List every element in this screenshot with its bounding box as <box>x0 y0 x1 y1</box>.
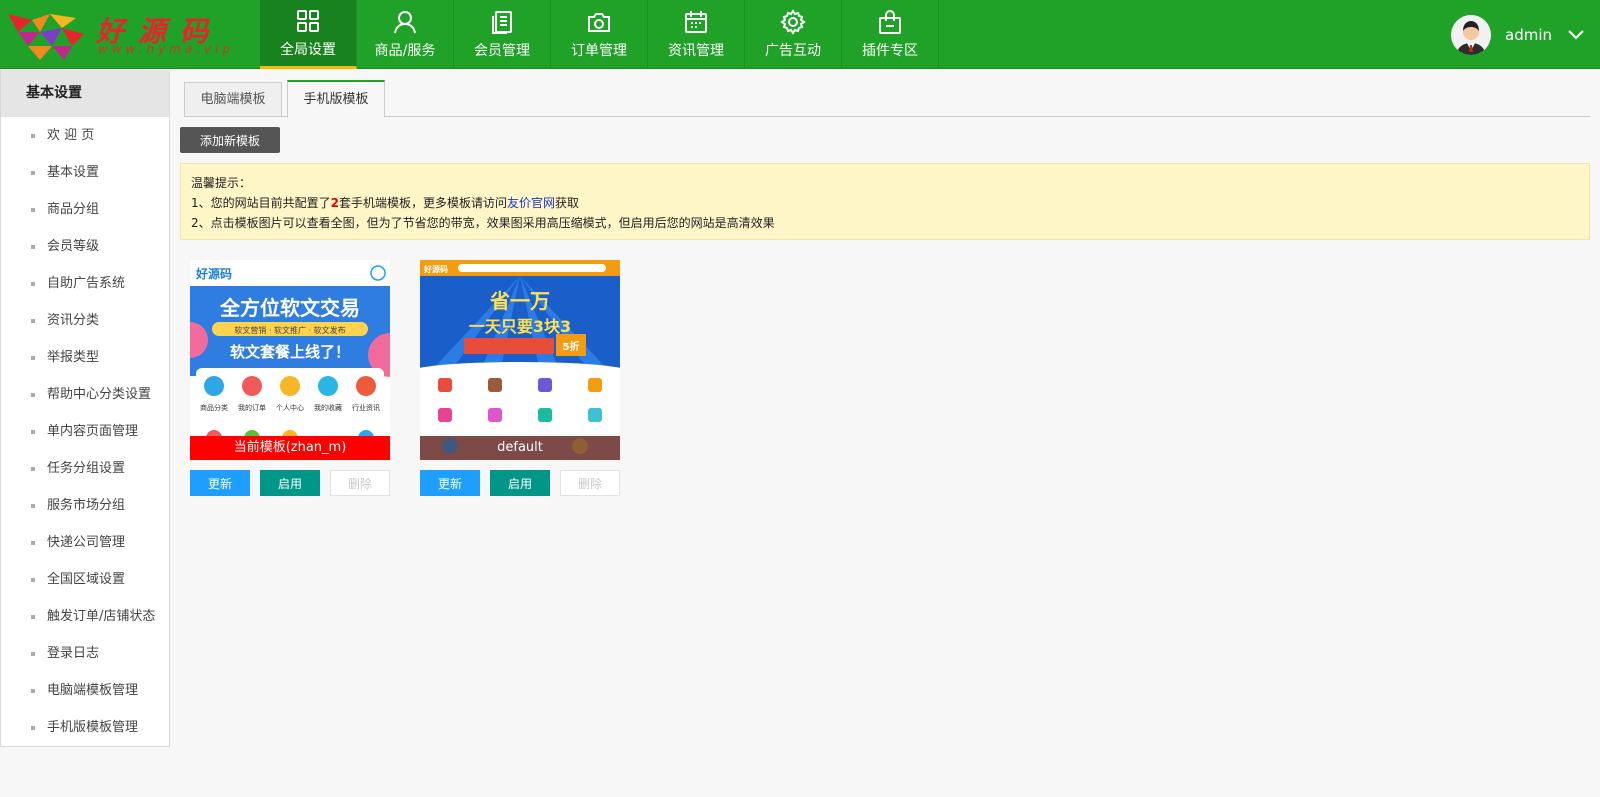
brand-url: www.hyma.vip <box>98 42 235 56</box>
svg-text:好源码: 好源码 <box>195 266 232 281</box>
tip-text: 套手机端模板，更多模板请访问 <box>339 196 508 210</box>
sidebar-item[interactable]: 任务分组设置 <box>1 450 169 487</box>
bag-icon <box>879 10 901 34</box>
template-card: 好源码 省一万 一天只要3块3 5折 default 更新 启用 删除 <box>420 260 620 496</box>
update-button[interactable]: 更新 <box>420 470 480 496</box>
sidebar-item[interactable]: 触发订单/店铺状态 <box>1 598 169 635</box>
sidebar-item[interactable]: 基本设置 <box>1 154 169 191</box>
nav-members[interactable]: 会员管理 <box>454 0 551 69</box>
tab-pc-templates[interactable]: 电脑端模板 <box>184 82 282 117</box>
nav-global-settings[interactable]: 全局设置 <box>260 0 357 69</box>
tip-text: 1、您的网站目前共配置了 <box>191 196 331 210</box>
top-bar: 好源码 www.hyma.vip 全局设置 商品/服务 会员管理 订单管理 资讯… <box>0 0 1600 69</box>
user-name: admin <box>1505 26 1552 44</box>
banner-slogan: 软文套餐上线了！ <box>230 343 350 361</box>
sidebar-item[interactable]: 全国区域设置 <box>1 561 169 598</box>
enable-button[interactable]: 启用 <box>490 470 550 496</box>
nav-label: 插件专区 <box>862 43 918 59</box>
user-icon <box>394 11 416 34</box>
shortcut-label: 我的订单 <box>238 403 266 412</box>
sidebar-item[interactable]: 电脑端模板管理 <box>1 672 169 709</box>
shortcut-label: 行业资讯 <box>352 403 380 412</box>
nav-label: 全局设置 <box>280 41 336 58</box>
sidebar-title: 基本设置 <box>1 70 169 117</box>
nav-plugins[interactable]: 插件专区 <box>842 0 939 69</box>
template-preview-image: 好源码 省一万 一天只要3块3 5折 <box>420 260 620 460</box>
sidebar-item[interactable]: 商品分组 <box>1 191 169 228</box>
template-card: 好源码 全方位软文交易 软文营销 · 软文推广 · 软文发布 软文套餐上线了！ … <box>190 260 390 496</box>
nav-label: 商品/服务 <box>374 43 436 59</box>
gear-icon <box>780 9 806 35</box>
sidebar-item[interactable]: 服务市场分组 <box>1 487 169 524</box>
tip-title: 温馨提示： <box>191 176 252 190</box>
nav-label: 广告互动 <box>765 43 821 59</box>
shortcut-label: 个人中心 <box>276 403 304 412</box>
document-icon <box>492 11 512 34</box>
avatar <box>1451 15 1491 55</box>
template-count: 2 <box>330 196 339 210</box>
shortcut-label: 商品分类 <box>200 403 228 412</box>
sidebar-item[interactable]: 单内容页面管理 <box>1 413 169 450</box>
delete-button[interactable]: 删除 <box>330 470 390 496</box>
sidebar-item[interactable]: 自助广告系统 <box>1 265 169 302</box>
camera-icon <box>588 13 610 32</box>
nav-news[interactable]: 资讯管理 <box>648 0 745 69</box>
sidebar-item[interactable]: 帮助中心分类设置 <box>1 376 169 413</box>
sidebar: 基本设置 欢 迎 页 基本设置 商品分组 会员等级 自助广告系统 资讯分类 举报… <box>0 70 170 747</box>
update-button[interactable]: 更新 <box>190 470 250 496</box>
sidebar-item[interactable]: 登录日志 <box>1 635 169 672</box>
template-tabs: 电脑端模板 手机版模板 <box>184 80 1590 118</box>
enable-button[interactable]: 启用 <box>260 470 320 496</box>
nav-label: 会员管理 <box>474 43 530 59</box>
tab-mobile-templates[interactable]: 手机版模板 <box>287 80 385 118</box>
shortcut-label: 我的收藏 <box>314 403 342 412</box>
add-template-button[interactable]: 添加新模板 <box>180 127 280 153</box>
tip-text: 获取 <box>555 196 580 210</box>
template-thumbnail[interactable]: 好源码 省一万 一天只要3块3 5折 default <box>420 260 620 460</box>
sidebar-item[interactable]: 快递公司管理 <box>1 524 169 561</box>
template-actions: 更新 启用 删除 <box>420 470 620 496</box>
official-site-link[interactable]: 友价官网 <box>507 196 555 210</box>
template-name-label: default <box>420 436 620 460</box>
nav-label: 资讯管理 <box>668 43 724 59</box>
nav-orders[interactable]: 订单管理 <box>551 0 648 69</box>
banner-subtitle: 软文营销 · 软文推广 · 软文发布 <box>234 325 345 335</box>
svg-text:好源码: 好源码 <box>423 264 448 274</box>
sidebar-item[interactable]: 手机版模板管理 <box>1 709 169 746</box>
calendar-icon <box>685 11 707 33</box>
main-nav: 全局设置 商品/服务 会员管理 订单管理 资讯管理 广告互动 插件专区 <box>260 0 939 69</box>
sidebar-item[interactable]: 欢 迎 页 <box>1 117 169 154</box>
logo[interactable]: 好源码 www.hyma.vip <box>0 0 260 69</box>
logo-mark-icon <box>8 14 84 60</box>
tip-line-2: 2、点击模板图片可以查看全图，但为了节省您的带宽，效果图采用高压缩模式，但启用后… <box>191 216 775 230</box>
banner-discount: 5折 <box>563 340 580 353</box>
nav-ads[interactable]: 广告互动 <box>745 0 842 69</box>
sidebar-item[interactable]: 资讯分类 <box>1 302 169 339</box>
current-template-label: 当前模板(zhan_m) <box>190 436 390 460</box>
template-thumbnail[interactable]: 好源码 全方位软文交易 软文营销 · 软文推广 · 软文发布 软文套餐上线了！ … <box>190 260 390 460</box>
delete-button[interactable]: 删除 <box>560 470 620 496</box>
nav-label: 订单管理 <box>571 43 627 59</box>
chevron-down-icon <box>1568 30 1584 40</box>
banner-subtitle: 一天只要3块3 <box>469 317 571 336</box>
user-menu[interactable]: admin <box>1451 14 1584 56</box>
template-actions: 更新 启用 删除 <box>190 470 390 496</box>
sidebar-item[interactable]: 会员等级 <box>1 228 169 265</box>
sidebar-item[interactable]: 举报类型 <box>1 339 169 376</box>
banner-title: 省一万 <box>489 289 550 313</box>
tip-box: 温馨提示： 1、您的网站目前共配置了2套手机端模板，更多模板请访问友价官网获取 … <box>180 163 1590 240</box>
tip-line-1: 1、您的网站目前共配置了2套手机端模板，更多模板请访问友价官网获取 <box>191 193 1579 213</box>
banner-title: 全方位软文交易 <box>219 296 360 320</box>
nav-products[interactable]: 商品/服务 <box>357 0 454 69</box>
grid-icon <box>297 9 319 32</box>
template-preview-image: 好源码 全方位软文交易 软文营销 · 软文推广 · 软文发布 软文套餐上线了！ … <box>190 260 390 460</box>
